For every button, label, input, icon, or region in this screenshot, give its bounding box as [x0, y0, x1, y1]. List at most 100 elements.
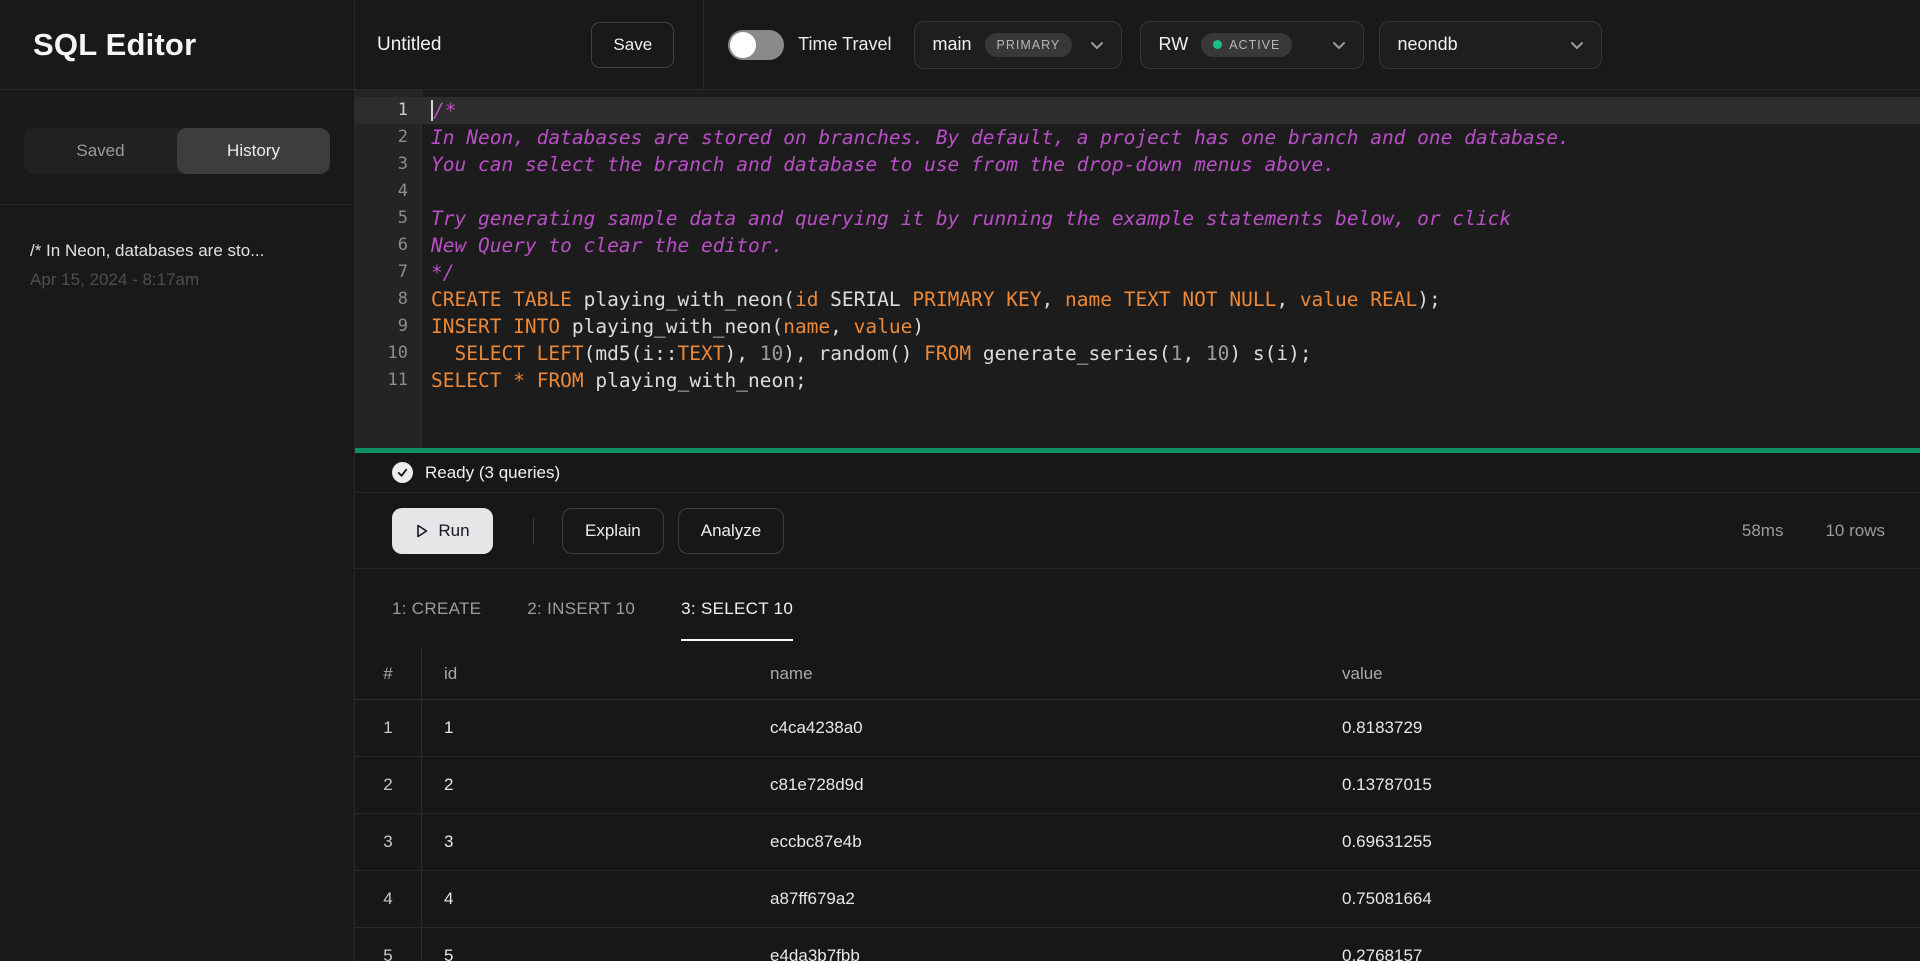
- table-cell: 0.13787015: [1320, 757, 1920, 813]
- code-token: ) s(i);: [1229, 342, 1311, 365]
- code-token: value: [854, 315, 913, 338]
- branch-value: main: [933, 34, 972, 55]
- history-list-item[interactable]: /* In Neon, databases are sto...Apr 15, …: [0, 205, 354, 290]
- chevron-down-icon: [1329, 35, 1349, 55]
- code-token: [525, 369, 537, 392]
- code-token: ),: [725, 342, 760, 365]
- result-tab-2-insert-10[interactable]: 2: INSERT 10: [527, 569, 635, 648]
- code-token: SERIAL: [818, 288, 912, 311]
- sidebar-tab-saved[interactable]: Saved: [24, 128, 177, 174]
- active-status-dot-icon: [1213, 40, 1222, 49]
- query-metrics: 58ms 10 rows: [1742, 521, 1885, 541]
- sql-editor[interactable]: 1/*2In Neon, databases are stored on bra…: [355, 90, 1920, 448]
- table-row: 33eccbc87e4b0.69631255: [355, 814, 1920, 871]
- code-line: 7*/: [355, 259, 1920, 286]
- compute-status-badge: ACTIVE: [1201, 33, 1292, 57]
- code-line: 10 SELECT LEFT(md5(i::TEXT), 10), random…: [355, 340, 1920, 367]
- table-cell: 2: [355, 757, 422, 813]
- result-tabs: 1: CREATE 2: INSERT 10 3: SELECT 10: [355, 569, 1920, 648]
- column-header: id: [422, 648, 748, 699]
- code-token: Try generating sample data and querying …: [431, 207, 1511, 230]
- table-cell: 4: [422, 871, 748, 927]
- results-panel: Ready (3 queries) Run Explain Analyze 58…: [355, 453, 1920, 961]
- code-token: */: [431, 261, 454, 284]
- topbar: Untitled Save Time Travel main PRIMARY R…: [355, 0, 1920, 90]
- branch-select[interactable]: main PRIMARY: [914, 21, 1122, 69]
- code-token: id: [795, 288, 818, 311]
- table-cell: 1: [422, 700, 748, 756]
- sidebar-tab-history[interactable]: History: [177, 128, 330, 174]
- time-travel-toggle[interactable]: [728, 30, 784, 60]
- code-token: CREATE TABLE: [431, 288, 572, 311]
- result-tab-1-create[interactable]: 1: CREATE: [392, 569, 481, 648]
- table-cell: 1: [355, 700, 422, 756]
- database-select[interactable]: neondb: [1379, 21, 1602, 69]
- run-button-label: Run: [438, 521, 469, 541]
- table-cell: 0.75081664: [1320, 871, 1920, 927]
- branch-primary-badge: PRIMARY: [985, 33, 1073, 57]
- chevron-down-icon: [1087, 35, 1107, 55]
- code-text: /*: [422, 97, 456, 124]
- table-header-row: #idnamevalue: [355, 648, 1920, 700]
- text-cursor: [431, 100, 433, 121]
- compute-select[interactable]: RW ACTIVE: [1140, 21, 1364, 69]
- code-text: INSERT INTO playing_with_neon(name, valu…: [422, 313, 924, 340]
- result-tab-3-select-10[interactable]: 3: SELECT 10: [681, 569, 793, 648]
- code-token: TEXT NOT NULL: [1124, 288, 1277, 311]
- code-text: [422, 178, 431, 205]
- chevron-down-icon: [1567, 35, 1587, 55]
- actions-bar: Run Explain Analyze 58ms 10 rows: [355, 493, 1920, 569]
- code-line: 9INSERT INTO playing_with_neon(name, val…: [355, 313, 1920, 340]
- code-token: INSERT INTO: [431, 315, 560, 338]
- table-cell: 2: [422, 757, 748, 813]
- compute-value: RW: [1159, 34, 1189, 55]
- code-token: value: [1300, 288, 1359, 311]
- run-button[interactable]: Run: [392, 508, 493, 554]
- code-token: ,: [1182, 342, 1205, 365]
- code-text: In Neon, databases are stored on branche…: [422, 124, 1570, 151]
- code-token: generate_series(: [971, 342, 1171, 365]
- code-token: *: [513, 369, 525, 392]
- status-text: Ready (3 queries): [425, 463, 560, 483]
- code-token: FROM: [537, 369, 584, 392]
- code-token: playing_with_neon;: [584, 369, 807, 392]
- analyze-button[interactable]: Analyze: [678, 508, 784, 554]
- query-duration: 58ms: [1742, 521, 1784, 541]
- code-text: New Query to clear the editor.: [422, 232, 783, 259]
- code-token: 10: [1206, 342, 1229, 365]
- code-token: name: [783, 315, 830, 338]
- line-number: 11: [355, 367, 422, 394]
- check-circle-icon: [392, 462, 413, 483]
- code-token: FROM: [924, 342, 971, 365]
- code-token: [431, 342, 454, 365]
- code-token: );: [1417, 288, 1440, 311]
- save-button[interactable]: Save: [591, 22, 674, 68]
- code-token: REAL: [1370, 288, 1417, 311]
- code-line: 6 New Query to clear the editor.: [355, 232, 1920, 259]
- code-token: SELECT: [431, 369, 501, 392]
- column-header: name: [748, 648, 1320, 699]
- table-cell: e4da3b7fbb: [748, 928, 1320, 961]
- code-token: name: [1065, 288, 1112, 311]
- table-cell: 0.8183729: [1320, 700, 1920, 756]
- sidebar: SQL Editor SavedHistory /* In Neon, data…: [0, 0, 355, 961]
- table-row: 22c81e728d9d0.13787015: [355, 757, 1920, 814]
- code-line: 4: [355, 178, 1920, 205]
- code-token: SELECT LEFT: [454, 342, 583, 365]
- table-cell: c81e728d9d: [748, 757, 1320, 813]
- line-number: 6: [355, 232, 422, 259]
- code-line: 2In Neon, databases are stored on branch…: [355, 124, 1920, 151]
- table-cell: 3: [422, 814, 748, 870]
- table-row: 55e4da3b7fbb0.2768157: [355, 928, 1920, 961]
- code-token: In Neon, databases are stored on branche…: [431, 126, 1570, 149]
- code-line: 11 SELECT * FROM playing_with_neon;: [355, 367, 1920, 394]
- table-cell: eccbc87e4b: [748, 814, 1320, 870]
- database-value: neondb: [1398, 34, 1458, 55]
- explain-button[interactable]: Explain: [562, 508, 664, 554]
- code-text: You can select the branch and database t…: [422, 151, 1335, 178]
- code-token: PRIMARY KEY: [912, 288, 1041, 311]
- code-token: 10: [760, 342, 783, 365]
- code-token: [1112, 288, 1124, 311]
- table-cell: 5: [422, 928, 748, 961]
- code-token: New Query to clear the editor.: [431, 234, 783, 257]
